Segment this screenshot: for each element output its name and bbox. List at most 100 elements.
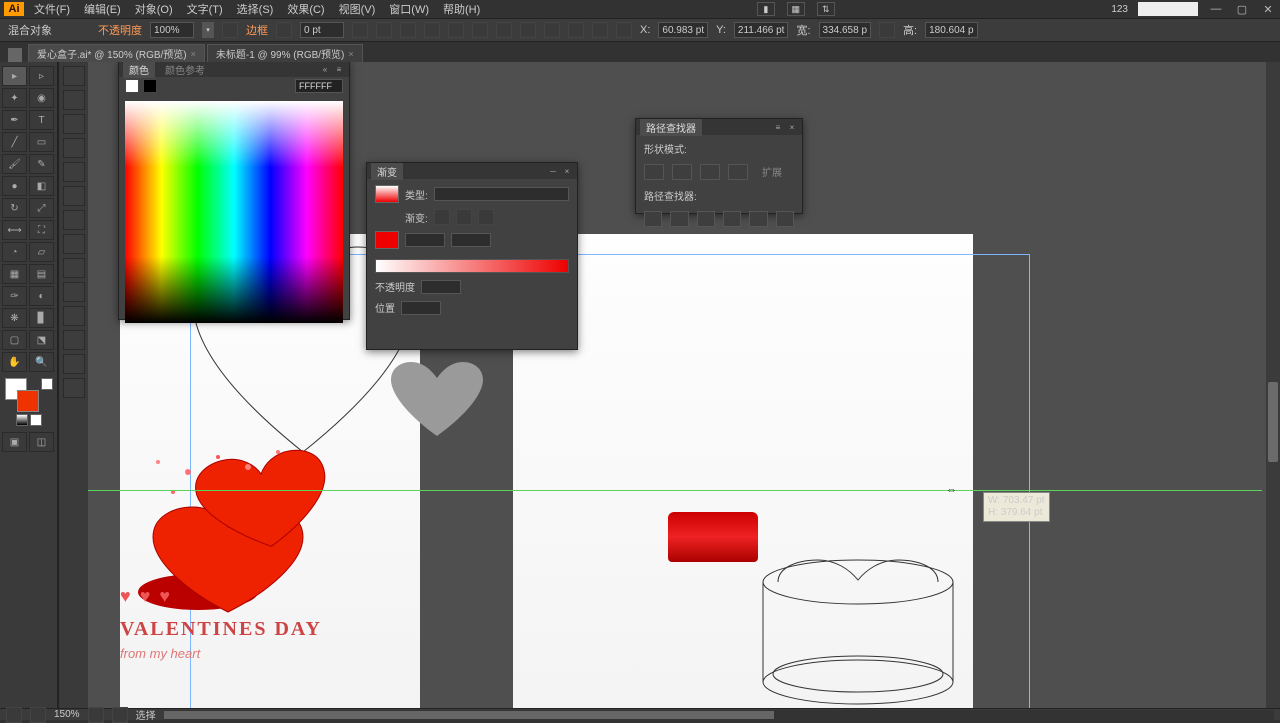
pathfinder-panel[interactable]: 路径查找器 ≡× 形状模式: 扩展 路径查找器: — [635, 118, 803, 214]
align-2-icon[interactable] — [376, 22, 392, 38]
tab-2[interactable]: 未标题-1 @ 99% (RGB/预览)× — [207, 44, 363, 62]
panel-collapse-icon[interactable]: « — [319, 64, 331, 74]
unite-icon[interactable] — [644, 164, 664, 180]
align-6-icon[interactable] — [472, 22, 488, 38]
fill-preview[interactable] — [125, 79, 139, 93]
shape-builder-tool[interactable]: ◔ — [2, 242, 27, 262]
blob-brush-tool[interactable]: ● — [2, 176, 27, 196]
color-tab[interactable]: 颜色 — [123, 62, 155, 78]
menu-select[interactable]: 选择(S) — [237, 1, 274, 17]
graph-tool[interactable]: ▊ — [29, 308, 54, 328]
gradient-preview[interactable] — [375, 185, 399, 203]
tab-1-close-icon[interactable]: × — [191, 49, 196, 59]
gradient-tool[interactable]: ▤ — [29, 264, 54, 284]
pencil-tool[interactable]: ✎ — [29, 154, 54, 174]
nav-prev-icon[interactable] — [30, 707, 46, 723]
gradient-opacity-field[interactable] — [421, 280, 461, 294]
align-4-icon[interactable] — [424, 22, 440, 38]
align-3-icon[interactable] — [400, 22, 416, 38]
panel-icon-4[interactable] — [63, 138, 85, 158]
color-guide-tab[interactable]: 颜色参考 — [159, 62, 211, 78]
y-field[interactable]: 211.466 pt — [734, 22, 789, 38]
gradient-radial-icon[interactable] — [456, 209, 472, 225]
gradient-stop-color[interactable] — [375, 231, 399, 249]
screen-mode-icon[interactable]: ▣ — [2, 432, 27, 452]
merge-icon[interactable] — [697, 211, 715, 227]
line-tool[interactable]: ╱ — [2, 132, 27, 152]
panel-icon-9[interactable] — [63, 258, 85, 278]
gradient-tab[interactable]: 渐变 — [371, 163, 403, 180]
divide-icon[interactable] — [644, 211, 662, 227]
panel-icon-2[interactable] — [63, 90, 85, 110]
hex-field[interactable]: FFFFFF — [295, 79, 343, 93]
zoom-value[interactable]: 150% — [54, 709, 80, 720]
menu-object[interactable]: 对象(O) — [135, 1, 173, 17]
panel-icon-14[interactable] — [63, 378, 85, 398]
menu-help[interactable]: 帮助(H) — [443, 1, 480, 17]
color-mode-icon[interactable] — [41, 378, 53, 390]
pathfinder-tab[interactable]: 路径查找器 — [640, 119, 702, 136]
stroke-preview[interactable] — [143, 79, 157, 93]
vertical-scrollbar[interactable] — [1266, 62, 1280, 708]
minus-front-icon[interactable] — [672, 164, 692, 180]
menu-effect[interactable]: 效果(C) — [287, 1, 324, 17]
nav-next-icon[interactable] — [88, 707, 104, 723]
minimize-icon[interactable]: — — [1208, 3, 1224, 15]
color-spectrum[interactable] — [125, 101, 343, 323]
panel-icon-12[interactable] — [63, 330, 85, 350]
type-tool[interactable]: T — [29, 110, 54, 130]
menu-view[interactable]: 视图(V) — [339, 1, 376, 17]
crop-icon[interactable] — [723, 211, 741, 227]
panel-icon-1[interactable] — [63, 66, 85, 86]
rectangle-tool[interactable]: ▭ — [29, 132, 54, 152]
artboard-tool[interactable]: ▢ — [2, 330, 27, 350]
tab-1[interactable]: 爱心盒子.ai* @ 150% (RGB/预览)× — [28, 44, 205, 62]
align-1-icon[interactable] — [352, 22, 368, 38]
pathfinder-menu-icon[interactable]: ≡ — [772, 122, 784, 132]
x-field[interactable]: 60.983 pt — [658, 22, 708, 38]
scale-tool[interactable]: ⤢ — [29, 198, 54, 218]
w-field[interactable]: 334.658 p — [819, 22, 872, 38]
panel-icon-6[interactable] — [63, 186, 85, 206]
opacity-dropdown-icon[interactable]: ▾ — [202, 22, 214, 38]
pathfinder-close-icon[interactable]: × — [786, 122, 798, 132]
symbol-sprayer-tool[interactable]: ❋ — [2, 308, 27, 328]
tab-2-close-icon[interactable]: × — [348, 49, 353, 59]
selection-tool[interactable]: ▸ — [2, 66, 27, 86]
menu-edit[interactable]: 编辑(E) — [84, 1, 121, 17]
panel-icon-5[interactable] — [63, 162, 85, 182]
gradient-collapse-icon[interactable]: ─ — [547, 166, 559, 176]
style-icon[interactable] — [222, 22, 238, 38]
align-7-icon[interactable] — [496, 22, 512, 38]
scrollbar-thumb[interactable] — [1268, 382, 1278, 462]
lasso-tool[interactable]: ◉ — [29, 88, 54, 108]
stroke-swatch-big[interactable] — [17, 390, 39, 412]
canvas[interactable]: ♥ ♥ ♥ VALENTINES DAY from my heart ⇔ W: … — [88, 62, 1280, 708]
magic-wand-tool[interactable]: ✦ — [2, 88, 27, 108]
dist-3-icon[interactable] — [568, 22, 584, 38]
search-input[interactable] — [1138, 2, 1198, 16]
eyedropper-tool[interactable]: ✑ — [2, 286, 27, 306]
horizontal-guide[interactable] — [88, 490, 1262, 491]
rotate-tool[interactable]: ↻ — [2, 198, 27, 218]
gradient-type-dropdown[interactable] — [434, 187, 569, 201]
eraser-tool[interactable]: ◧ — [29, 176, 54, 196]
gradient-slider[interactable] — [375, 259, 569, 273]
close-icon[interactable]: ✕ — [1260, 3, 1276, 15]
trim-icon[interactable] — [670, 211, 688, 227]
gradient-angle-field[interactable] — [405, 233, 445, 247]
maximize-icon[interactable]: ▢ — [1234, 3, 1250, 15]
horizontal-scrollbar[interactable] — [164, 710, 1274, 720]
stroke-field[interactable]: 0 pt — [300, 22, 344, 38]
menu-type[interactable]: 文字(T) — [187, 1, 223, 17]
menu-file[interactable]: 文件(F) — [34, 1, 70, 17]
width-tool[interactable]: ⟷ — [2, 220, 27, 240]
panel-menu-icon[interactable]: ≡ — [333, 64, 345, 74]
nav-first-icon[interactable] — [6, 707, 22, 723]
gradient-panel[interactable]: 渐变 ─× 类型: 渐变: — [366, 162, 578, 350]
exclude-icon[interactable] — [728, 164, 748, 180]
gradient-linear-icon[interactable] — [434, 209, 450, 225]
slice-tool[interactable]: ⬔ — [29, 330, 54, 350]
panel-icon-7[interactable] — [63, 210, 85, 230]
stroke-swatch[interactable] — [276, 22, 292, 38]
